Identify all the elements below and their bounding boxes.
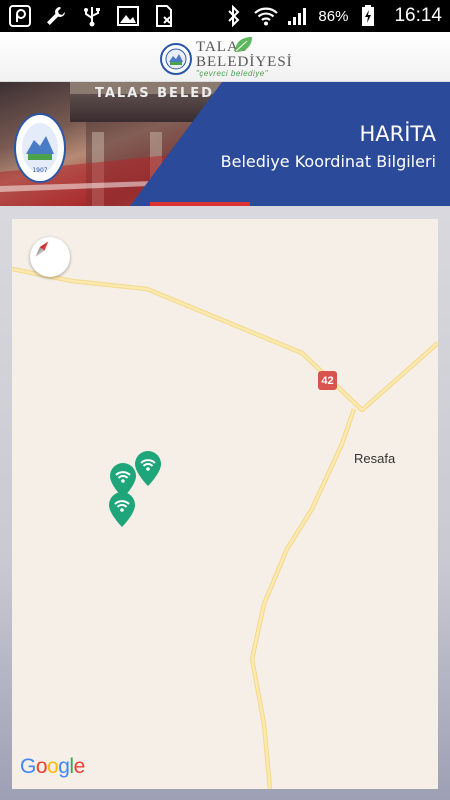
page-title: HARİTA — [359, 122, 436, 146]
compass-icon — [35, 241, 49, 257]
status-right-icons: 86% 16:14 — [222, 4, 442, 28]
google-letter: o — [35, 755, 48, 778]
wifi-marker-icon[interactable] — [108, 492, 136, 528]
google-letter: g — [58, 755, 70, 778]
signal-icon — [286, 4, 310, 28]
page-subtitle: Belediye Koordinat Bilgileri — [220, 152, 436, 171]
seal-emblem-icon: 1907 — [14, 113, 66, 183]
svg-text:1907: 1907 — [32, 167, 47, 174]
talas-logo: TALAS BELEDİYESİ "çevreci belediye" — [160, 37, 293, 78]
google-letter: G — [20, 755, 36, 778]
battery-charging-icon — [356, 4, 380, 28]
usb-icon — [80, 4, 104, 28]
page-banner: TALAS BELED 1907 HARİTA Belediye Koordin… — [0, 82, 450, 206]
map-view[interactable]: 42 Resafa Google — [12, 219, 438, 789]
status-left-icons — [8, 4, 176, 28]
google-letter: o — [47, 755, 59, 778]
wifi-marker-icon[interactable] — [134, 451, 162, 487]
road-shield: 42 — [318, 371, 337, 390]
image-icon — [116, 4, 140, 28]
map-roads — [12, 266, 438, 789]
wrench-icon — [44, 4, 68, 28]
status-bar: 86% 16:14 — [0, 0, 450, 32]
bluetooth-icon — [222, 4, 246, 28]
google-logo: Google — [20, 755, 85, 779]
logo-line-2: BELEDİYESİ — [196, 54, 293, 70]
compass-button[interactable] — [30, 237, 70, 277]
battery-percent: 86% — [318, 7, 349, 25]
leaf-icon — [235, 37, 252, 52]
wifi-icon — [254, 4, 279, 28]
sim-off-icon — [152, 4, 176, 28]
app-header: TALAS BELEDİYESİ "çevreci belediye" — [0, 32, 450, 82]
status-time: 16:14 — [394, 5, 442, 26]
municipality-seal-icon — [160, 43, 192, 75]
place-label: Resafa — [354, 451, 396, 466]
building-sign: TALAS BELED — [95, 86, 214, 101]
logo-tagline: "çevreci belediye" — [196, 69, 269, 78]
google-letter: e — [73, 755, 86, 778]
notification-p-icon — [8, 4, 32, 28]
